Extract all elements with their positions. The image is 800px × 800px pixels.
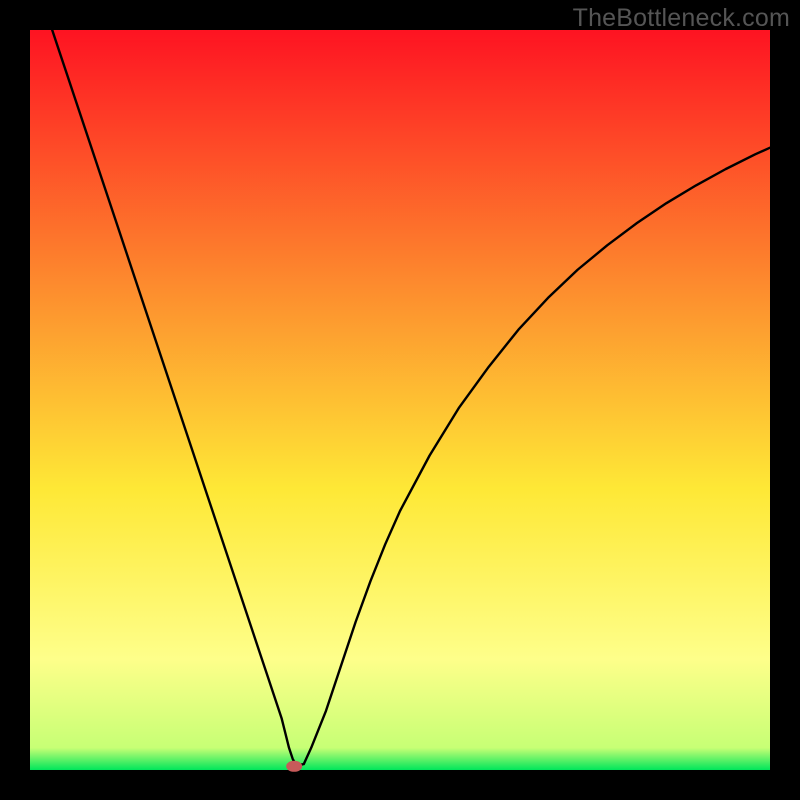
watermark-text: TheBottleneck.com (573, 4, 790, 33)
chart-frame: TheBottleneck.com (0, 0, 800, 800)
optimum-marker (286, 761, 302, 772)
plot-background (30, 30, 770, 770)
bottleneck-plot (0, 0, 800, 800)
